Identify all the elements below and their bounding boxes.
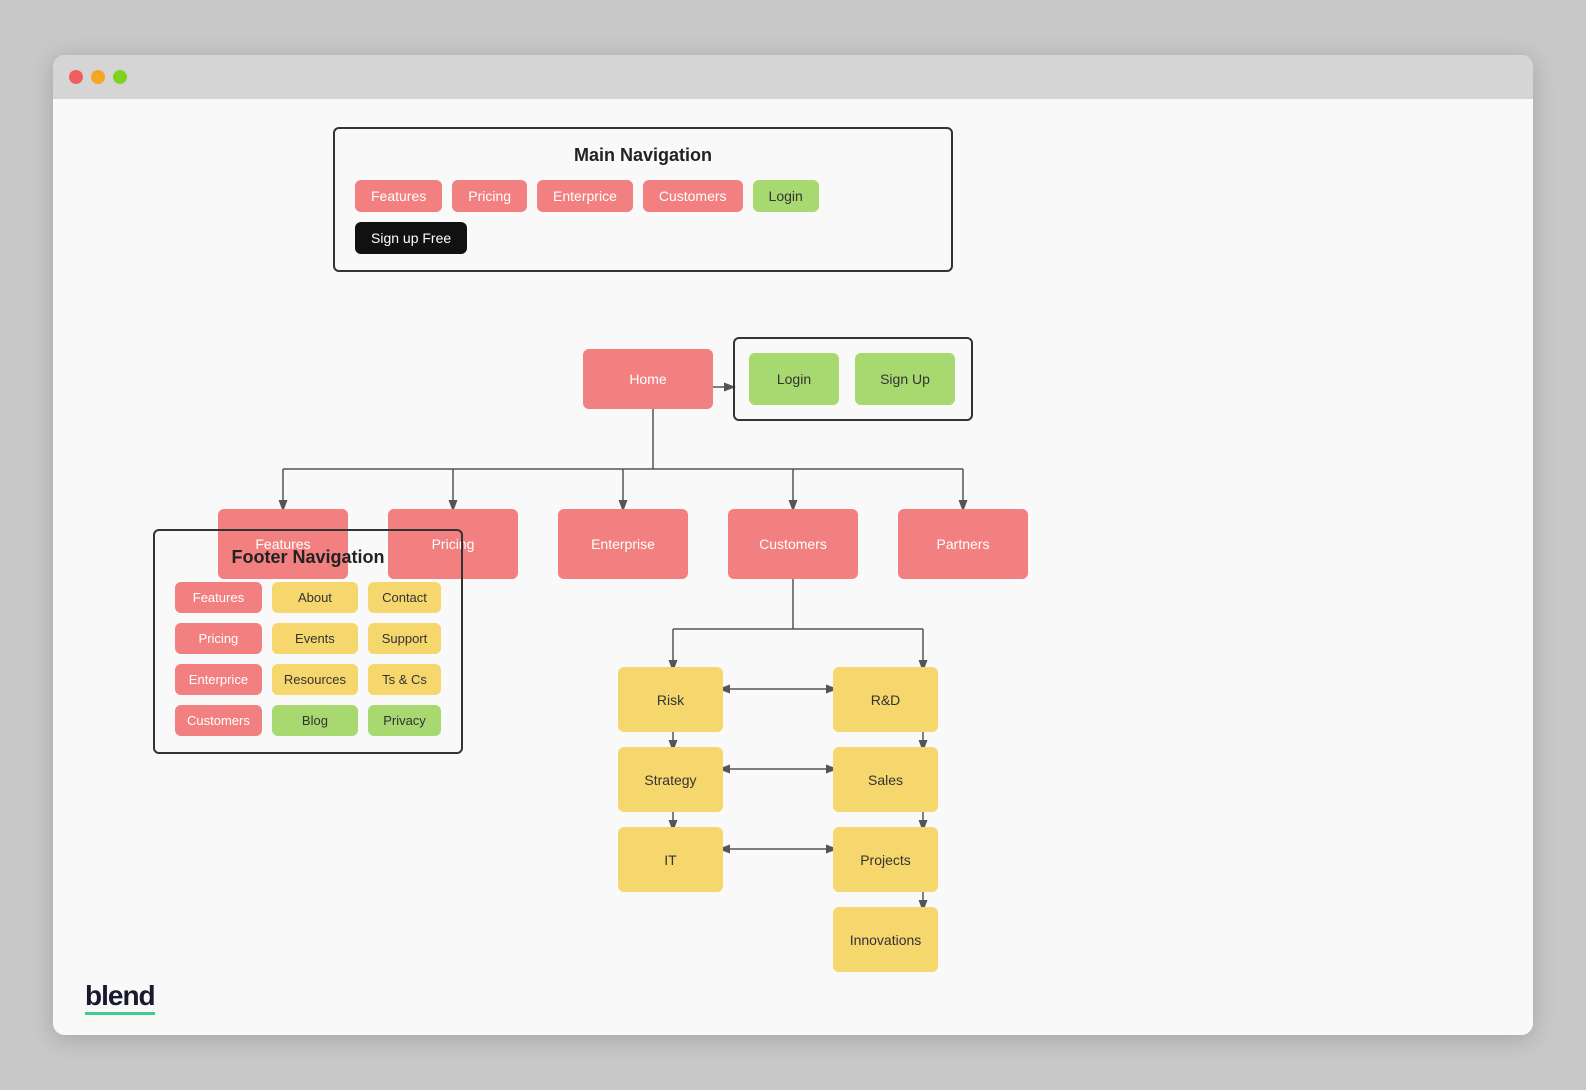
footer-about[interactable]: About — [272, 582, 358, 613]
node-innovations[interactable]: Innovations — [833, 907, 938, 972]
footer-grid: Features About Contact Pricing Events Su… — [175, 582, 441, 736]
footer-nav-box: Footer Navigation Features About Contact… — [153, 529, 463, 754]
node-sales[interactable]: Sales — [833, 747, 938, 812]
main-nav-items: Features Pricing Enterprice Customers Lo… — [355, 180, 931, 254]
footer-pricing[interactable]: Pricing — [175, 623, 262, 654]
node-strategy[interactable]: Strategy — [618, 747, 723, 812]
node-customers[interactable]: Customers — [728, 509, 858, 579]
nav-customers[interactable]: Customers — [643, 180, 743, 212]
footer-features[interactable]: Features — [175, 582, 262, 613]
dot-green-traffic[interactable] — [113, 70, 127, 84]
browser-window: Main Navigation Features Pricing Enterpr… — [53, 55, 1533, 1035]
nav-login[interactable]: Login — [753, 180, 819, 212]
footer-blog[interactable]: Blog — [272, 705, 358, 736]
main-nav-box: Main Navigation Features Pricing Enterpr… — [333, 127, 953, 272]
node-risk[interactable]: Risk — [618, 667, 723, 732]
footer-support[interactable]: Support — [368, 623, 441, 654]
node-rd[interactable]: R&D — [833, 667, 938, 732]
nav-pricing[interactable]: Pricing — [452, 180, 527, 212]
footer-resources[interactable]: Resources — [272, 664, 358, 695]
dot-yellow[interactable] — [91, 70, 105, 84]
node-partners[interactable]: Partners — [898, 509, 1028, 579]
node-enterprise[interactable]: Enterprise — [558, 509, 688, 579]
node-it[interactable]: IT — [618, 827, 723, 892]
main-nav-title: Main Navigation — [355, 145, 931, 166]
node-login[interactable]: Login — [749, 353, 839, 405]
nav-signup[interactable]: Sign up Free — [355, 222, 467, 254]
nav-enterprice[interactable]: Enterprice — [537, 180, 633, 212]
footer-enterprice[interactable]: Enterprice — [175, 664, 262, 695]
footer-events[interactable]: Events — [272, 623, 358, 654]
dot-red[interactable] — [69, 70, 83, 84]
browser-titlebar — [53, 55, 1533, 99]
blend-logo: blend — [85, 980, 155, 1015]
footer-nav-title: Footer Navigation — [175, 547, 441, 568]
footer-tscs[interactable]: Ts & Cs — [368, 664, 441, 695]
browser-content: Main Navigation Features Pricing Enterpr… — [53, 99, 1533, 1035]
footer-privacy[interactable]: Privacy — [368, 705, 441, 736]
node-projects[interactable]: Projects — [833, 827, 938, 892]
login-group-box: Login Sign Up — [733, 337, 973, 421]
node-home[interactable]: Home — [583, 349, 713, 409]
node-signup[interactable]: Sign Up — [855, 353, 955, 405]
footer-contact[interactable]: Contact — [368, 582, 441, 613]
nav-features[interactable]: Features — [355, 180, 442, 212]
footer-customers[interactable]: Customers — [175, 705, 262, 736]
